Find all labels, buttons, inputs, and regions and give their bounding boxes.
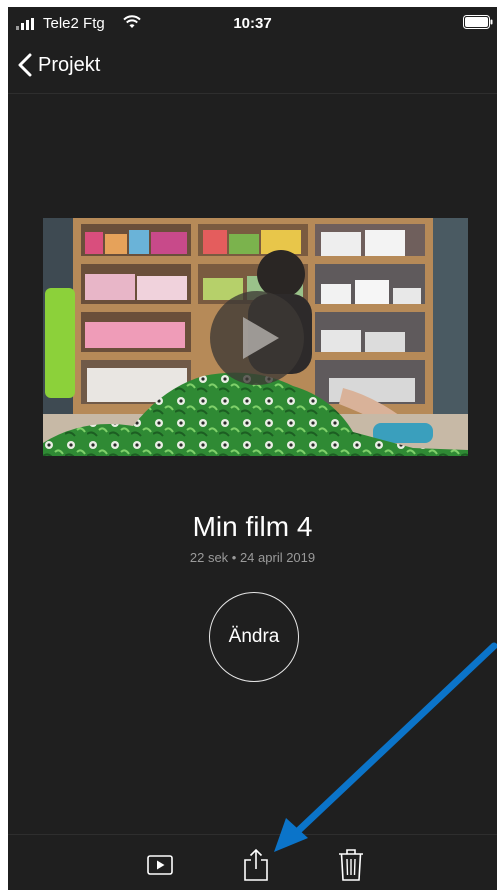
battery-icon: [463, 15, 493, 29]
navigation-bar: Projekt: [8, 43, 497, 94]
play-icon: [243, 317, 279, 359]
play-overlay-button[interactable]: [210, 291, 304, 385]
play-button[interactable]: [140, 845, 180, 885]
edit-button[interactable]: Ändra: [209, 592, 299, 682]
back-label: Projekt: [38, 53, 101, 76]
play-icon: [147, 855, 173, 875]
chevron-left-icon: [18, 53, 32, 77]
project-title: Min film 4: [192, 511, 313, 542]
delete-button[interactable]: [331, 845, 371, 885]
share-icon: [244, 848, 268, 881]
share-button[interactable]: [236, 845, 276, 885]
clock: 10:37: [233, 15, 272, 32]
video-thumbnail[interactable]: [43, 218, 468, 456]
project-meta: 22 sek • 24 april 2019: [189, 550, 316, 565]
app-screen: Tele2 Ftg 10:37 Projekt Min film 4 22 se…: [8, 7, 497, 890]
trash-icon: [339, 849, 363, 881]
bottom-toolbar: [8, 834, 497, 890]
status-bar: Tele2 Ftg 10:37: [8, 7, 497, 43]
back-button[interactable]: Projekt: [16, 49, 100, 81]
